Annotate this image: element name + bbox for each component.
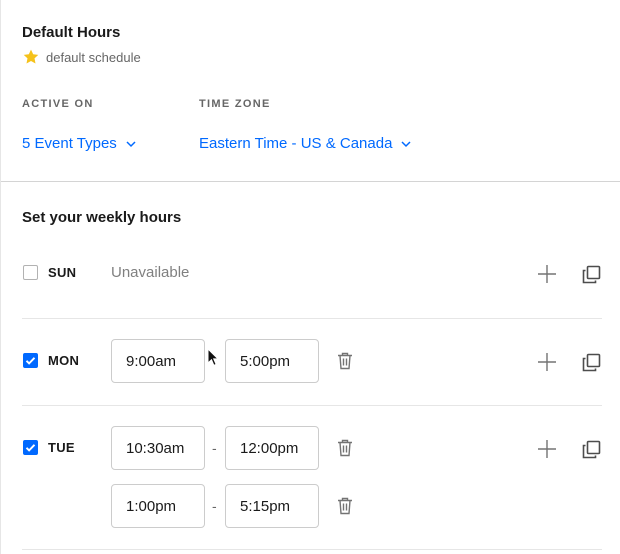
tuesday-start-time-input-1[interactable]: [111, 426, 205, 470]
add-interval-button-tue[interactable]: [536, 438, 558, 460]
active-on-value: 5 Event Types: [22, 135, 117, 152]
weekly-hours-title: Set your weekly hours: [22, 209, 182, 226]
active-on-dropdown[interactable]: 5 Event Types: [22, 135, 136, 152]
copy-icon: [582, 353, 600, 371]
row-divider: [22, 318, 602, 319]
plus-icon: [538, 353, 556, 371]
day-label-mon: MON: [48, 353, 80, 368]
monday-checkbox[interactable]: [23, 353, 38, 368]
default-schedule-label: default schedule: [46, 49, 141, 65]
copy-icon: [582, 440, 600, 458]
monday-start-time-input[interactable]: [111, 339, 205, 383]
monday-end-time-input[interactable]: [225, 339, 319, 383]
check-icon: [25, 444, 36, 452]
copy-times-button-sun[interactable]: [580, 263, 602, 285]
delete-interval-button-mon[interactable]: [334, 350, 356, 372]
sunday-unavailable-text: Unavailable: [111, 264, 190, 281]
sunday-checkbox[interactable]: [23, 265, 38, 280]
time-zone-value: Eastern Time - US & Canada: [199, 135, 393, 152]
tuesday-checkbox[interactable]: [23, 440, 38, 455]
time-zone-dropdown[interactable]: Eastern Time - US & Canada: [199, 135, 411, 152]
range-separator: -: [212, 440, 217, 456]
availability-panel: Default Hours default schedule ACTIVE ON…: [0, 0, 620, 554]
chevron-down-icon: [401, 140, 411, 147]
tuesday-end-time-input-1[interactable]: [225, 426, 319, 470]
delete-interval-button-tue-1[interactable]: [334, 437, 356, 459]
row-divider: [22, 405, 602, 406]
range-separator: -: [212, 498, 217, 514]
add-interval-button-mon[interactable]: [536, 351, 558, 373]
default-schedule-indicator: default schedule: [22, 48, 141, 66]
plus-icon: [538, 265, 556, 283]
day-label-tue: TUE: [48, 440, 75, 455]
chevron-down-icon: [126, 140, 136, 147]
trash-icon: [338, 352, 352, 370]
plus-icon: [538, 440, 556, 458]
schedule-header: Default Hours default schedule ACTIVE ON…: [1, 0, 620, 182]
schedule-title: Default Hours: [22, 24, 121, 41]
time-zone-label: TIME ZONE: [199, 98, 271, 110]
add-interval-button-sun[interactable]: [536, 263, 558, 285]
tuesday-start-time-input-2[interactable]: [111, 484, 205, 528]
active-on-label: ACTIVE ON: [22, 98, 94, 110]
mouse-cursor-icon: [207, 348, 219, 366]
check-icon: [25, 357, 36, 365]
delete-interval-button-tue-2[interactable]: [334, 495, 356, 517]
day-label-sun: SUN: [48, 265, 77, 280]
tuesday-end-time-input-2[interactable]: [225, 484, 319, 528]
trash-icon: [338, 497, 352, 515]
copy-times-button-mon[interactable]: [580, 351, 602, 373]
row-divider: [22, 549, 602, 550]
copy-icon: [582, 265, 600, 283]
trash-icon: [338, 439, 352, 457]
star-icon: [23, 49, 39, 64]
copy-times-button-tue[interactable]: [580, 438, 602, 460]
